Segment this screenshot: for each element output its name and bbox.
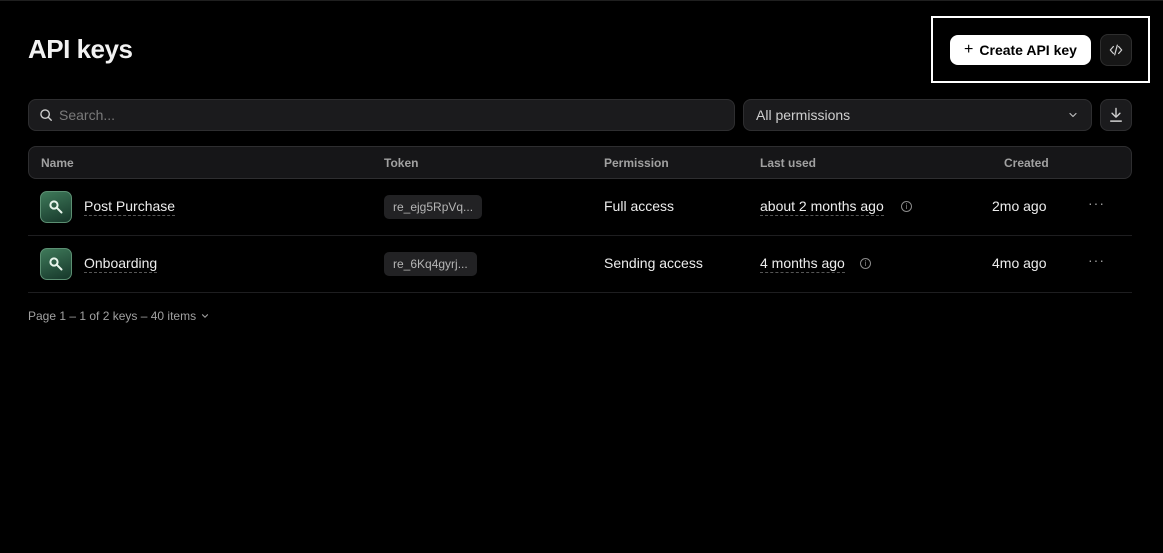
key-name-link[interactable]: Onboarding	[84, 255, 158, 273]
code-icon	[1109, 44, 1123, 56]
plus-icon: +	[964, 41, 974, 58]
chevron-down-icon	[202, 314, 209, 318]
download-icon	[1110, 107, 1122, 122]
column-header-last-used[interactable]: Last used	[760, 156, 816, 170]
table-header: Name Token Permission Last used Created	[28, 146, 1132, 179]
created-cell: 2mo ago	[992, 198, 1047, 214]
search-box[interactable]	[28, 99, 735, 131]
search-icon	[40, 109, 52, 121]
table-row[interactable]: Onboarding re_6Kq4gyrj... Sending access…	[28, 236, 1132, 293]
export-button[interactable]	[1100, 99, 1132, 131]
info-icon[interactable]: i	[860, 258, 871, 269]
column-header-name[interactable]: Name	[41, 156, 74, 170]
column-header-created[interactable]: Created	[1004, 156, 1049, 170]
pagination-text: Page 1 – 1 of 2 keys – 40 items	[28, 309, 197, 323]
key-name-link[interactable]: Post Purchase	[84, 198, 176, 216]
token-badge[interactable]: re_ejg5RpVq...	[384, 195, 483, 219]
search-input[interactable]	[59, 107, 699, 123]
key-icon	[49, 200, 63, 214]
create-api-key-button[interactable]: + Create API key	[950, 35, 1091, 65]
created-cell: 4mo ago	[992, 255, 1047, 271]
code-snippet-button[interactable]	[1100, 34, 1132, 66]
pagination-summary[interactable]: Page 1 – 1 of 2 keys – 40 items	[28, 309, 210, 323]
create-api-key-label: Create API key	[979, 42, 1077, 58]
permission-cell: Full access	[604, 198, 675, 214]
table-row[interactable]: Post Purchase re_ejg5RpVq... Full access…	[28, 179, 1132, 236]
column-header-permission[interactable]: Permission	[604, 156, 669, 170]
page-title: API keys	[28, 34, 133, 64]
last-used-cell: about 2 months ago	[760, 198, 884, 216]
key-avatar	[40, 191, 72, 223]
row-actions-button[interactable]: ···	[1088, 252, 1105, 268]
permission-cell: Sending access	[604, 255, 703, 271]
permissions-select-value: All permissions	[756, 107, 851, 123]
last-used-cell: 4 months ago	[760, 255, 845, 273]
permissions-select[interactable]: All permissions	[743, 99, 1092, 131]
row-actions-button[interactable]: ···	[1088, 195, 1105, 211]
key-avatar	[40, 248, 72, 280]
key-icon	[49, 257, 63, 271]
token-badge[interactable]: re_6Kq4gyrj...	[384, 252, 477, 276]
chevron-down-icon	[1069, 112, 1077, 118]
column-header-token[interactable]: Token	[384, 156, 418, 170]
info-icon[interactable]: i	[901, 201, 912, 212]
top-divider	[0, 0, 1163, 1]
